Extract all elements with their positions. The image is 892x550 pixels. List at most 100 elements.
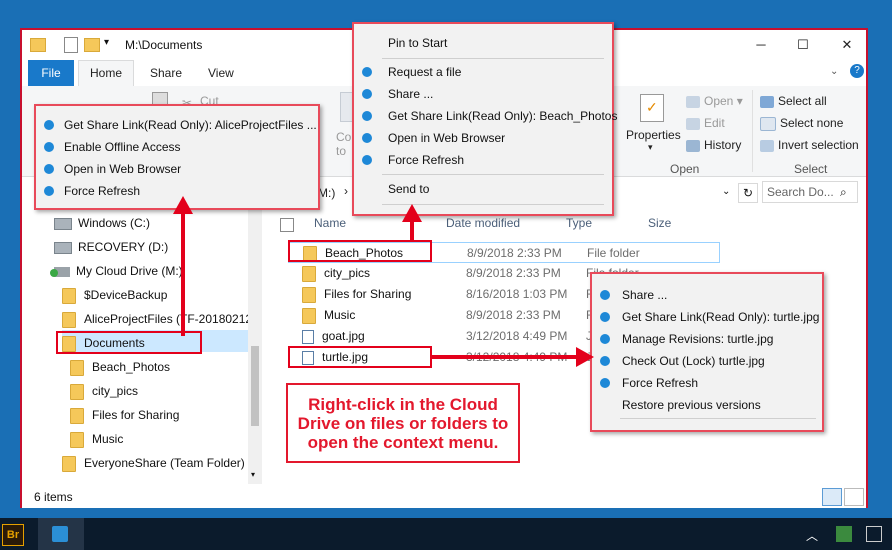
- open-group-label: Open: [670, 162, 700, 176]
- file-name: Music: [302, 308, 355, 324]
- nav-item[interactable]: RECOVERY (D:): [54, 236, 168, 258]
- group-separator: [752, 90, 753, 172]
- tab-share[interactable]: Share: [150, 66, 182, 80]
- nav-item[interactable]: Music: [70, 428, 123, 450]
- cloud-drive-icon: [600, 356, 610, 366]
- menu-item-label: Restore previous versions: [622, 398, 761, 412]
- tab-home[interactable]: Home: [78, 60, 134, 86]
- nav-scrollbar[interactable]: ▾: [248, 206, 262, 484]
- menu-separator: [620, 418, 816, 419]
- menu-separator: [382, 58, 604, 59]
- bridge-app-icon[interactable]: Br: [2, 524, 24, 546]
- tray-app-icon[interactable]: [836, 526, 852, 542]
- file-name: Files for Sharing: [302, 287, 411, 303]
- address-dropdown-icon[interactable]: ⌄: [722, 186, 730, 197]
- status-bar: 6 items: [22, 486, 866, 508]
- column-name[interactable]: Name: [314, 216, 346, 230]
- cloud-drive-icon: [600, 334, 610, 344]
- menu-item[interactable]: Request a file: [354, 61, 612, 83]
- scroll-down-icon[interactable]: ▾: [251, 470, 255, 479]
- breadcrumb-chevron-icon[interactable]: ›: [344, 184, 348, 198]
- menu-item[interactable]: Manage Revisions: turtle.jpg: [592, 328, 822, 350]
- cloud-drive-icon: [362, 133, 372, 143]
- menu-item[interactable]: Check Out (Lock) turtle.jpg: [592, 350, 822, 372]
- tab-file[interactable]: File: [28, 60, 74, 86]
- select-all-checkbox[interactable]: [280, 218, 294, 232]
- arrow-top-head: [402, 204, 422, 222]
- menu-item[interactable]: Force Refresh: [354, 149, 612, 171]
- menu-item-label: Force Refresh: [64, 184, 141, 198]
- minimize-button[interactable]: ─: [752, 36, 770, 54]
- menu-item[interactable]: Force Refresh: [592, 372, 822, 394]
- maximize-button[interactable]: ☐: [794, 36, 812, 54]
- taskbar: Br ︿: [0, 518, 892, 550]
- menu-item-label: Open in Web Browser: [64, 162, 182, 176]
- column-size[interactable]: Size: [648, 216, 671, 230]
- nav-item-label: $DeviceBackup: [84, 288, 168, 302]
- tab-view[interactable]: View: [208, 66, 234, 80]
- help-icon[interactable]: ?: [850, 64, 864, 78]
- arrow-left-head: [173, 196, 193, 214]
- menu-item-label: Send to: [388, 182, 430, 196]
- close-button[interactable]: ✕: [838, 36, 856, 54]
- address-drive-fragment[interactable]: M:): [318, 186, 335, 200]
- menu-item[interactable]: Restore previous versions: [592, 394, 822, 416]
- select-none-button[interactable]: Select none: [760, 116, 843, 131]
- folder-icon: [302, 287, 316, 303]
- nav-item[interactable]: Windows (C:): [54, 212, 150, 234]
- notifications-icon[interactable]: [866, 526, 882, 542]
- select-all-button[interactable]: Select all: [760, 94, 827, 108]
- large-icons-view-icon[interactable]: [844, 488, 864, 506]
- column-type[interactable]: Type: [566, 216, 592, 230]
- history-button[interactable]: History: [686, 138, 741, 152]
- ribbon-collapse-icon[interactable]: ⌄: [830, 66, 838, 77]
- properties-button[interactable]: Properties: [626, 128, 681, 142]
- file-name-text: city_pics: [324, 266, 371, 281]
- nav-item[interactable]: $DeviceBackup: [62, 284, 167, 306]
- nav-item[interactable]: AliceProjectFiles (TF-20180212-: [62, 308, 256, 330]
- menu-separator: [382, 174, 604, 175]
- nav-item[interactable]: My Cloud Drive (M:): [50, 260, 183, 282]
- folder-icon: [302, 308, 316, 324]
- menu-item[interactable]: Get Share Link(Read Only): turtle.jpg: [592, 306, 822, 328]
- menu-item[interactable]: Open in Web Browser: [354, 127, 612, 149]
- menu-item[interactable]: Send to: [354, 178, 612, 200]
- new-folder-quick-icon[interactable]: [84, 38, 100, 52]
- details-view-icon[interactable]: [822, 488, 842, 506]
- nav-item-label: city_pics: [92, 384, 139, 398]
- properties-dropdown-icon[interactable]: ▾: [648, 142, 653, 153]
- open-button[interactable]: Open ▾: [686, 94, 743, 108]
- folder-icon: [70, 383, 84, 400]
- properties-quick-icon[interactable]: [64, 37, 78, 53]
- folder-icon: [30, 38, 46, 52]
- context-menu-turtle: Share ... Get Share Link(Read Only): turt…: [590, 272, 824, 432]
- menu-item[interactable]: Share ...: [592, 284, 822, 306]
- refresh-icon[interactable]: ↻: [738, 183, 758, 203]
- nav-item-label: My Cloud Drive (M:): [76, 264, 183, 278]
- nav-item[interactable]: city_pics: [70, 380, 138, 402]
- nav-item[interactable]: Beach_Photos: [70, 356, 170, 378]
- menu-item-label: Open in Web Browser: [388, 131, 506, 145]
- tray-chevron-icon[interactable]: ︿: [806, 527, 818, 544]
- quick-access-dropdown-icon[interactable]: ▾: [104, 37, 109, 48]
- menu-item[interactable]: Pin to Start: [354, 32, 612, 54]
- menu-item[interactable]: Open in Web Browser: [36, 158, 318, 180]
- menu-item[interactable]: Get Share Link(Read Only): AliceProjectF…: [36, 114, 318, 136]
- scroll-thumb[interactable]: [251, 346, 259, 426]
- nav-item[interactable]: Files for Sharing: [70, 404, 179, 426]
- vscode-app-icon[interactable]: [38, 518, 84, 550]
- menu-item[interactable]: Share ...: [354, 83, 612, 105]
- cloud-drive-icon: [600, 290, 610, 300]
- folder-icon: [62, 455, 76, 472]
- menu-item-label: Enable Offline Access: [64, 140, 181, 154]
- menu-item[interactable]: Enable Offline Access: [36, 136, 318, 158]
- column-date[interactable]: Date modified: [446, 216, 520, 230]
- edit-button[interactable]: Edit: [686, 116, 725, 130]
- properties-icon: ✓: [640, 94, 664, 122]
- select-group-label: Select: [794, 162, 828, 176]
- file-name: city_pics: [302, 266, 370, 282]
- menu-item[interactable]: Get Share Link(Read Only): Beach_Photos: [354, 105, 617, 127]
- invert-selection-button[interactable]: Invert selection: [760, 138, 859, 152]
- history-icon: [686, 139, 700, 152]
- nav-item[interactable]: EveryoneShare (Team Folder): [62, 452, 245, 474]
